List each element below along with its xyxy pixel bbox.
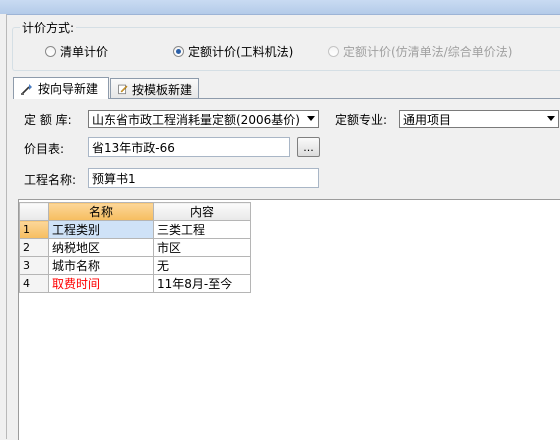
radio-button-icon	[328, 46, 339, 57]
project-info-table: 名称 内容 1 工程类别 三类工程 2 纳税地区 市区 3 城市名称 无 4 取…	[19, 202, 251, 293]
value-cell[interactable]: 11年8月-至今	[153, 274, 251, 293]
tab-label: 按模板新建	[131, 82, 192, 97]
chevron-down-icon[interactable]	[547, 116, 555, 121]
price-table-value: 省13年市政-66	[92, 140, 175, 155]
quota-library-value: 山东省市政工程消耗量定额(2006基价)	[92, 112, 300, 127]
project-name-label: 工程名称:	[24, 173, 77, 187]
row-number: 4	[19, 274, 49, 293]
name-cell[interactable]: 城市名称	[48, 256, 154, 275]
row-number: 1	[19, 220, 49, 239]
pricing-method-label: 计价方式:	[20, 19, 77, 36]
name-cell[interactable]: 取费时间	[48, 274, 154, 293]
radio-button-icon[interactable]	[173, 46, 184, 57]
value-cell[interactable]: 市区	[153, 238, 251, 257]
project-info-grid: 名称 内容 1 工程类别 三类工程 2 纳税地区 市区 3 城市名称 无 4 取…	[18, 199, 560, 440]
price-table-field[interactable]: 省13年市政-66	[88, 137, 290, 157]
radio-label: 定额计价(工料机法)	[188, 45, 294, 59]
radio-label: 定额计价(仿清单法/综合单价法)	[343, 45, 513, 59]
tab-template[interactable]: 按模板新建	[110, 78, 199, 99]
row-number: 2	[19, 238, 49, 257]
value-cell[interactable]: 无	[153, 256, 251, 275]
column-header-content[interactable]: 内容	[153, 202, 251, 221]
column-header-name[interactable]: 名称	[48, 202, 154, 221]
window-title-bar	[0, 0, 560, 15]
template-icon	[118, 84, 128, 95]
price-table-label: 价目表:	[24, 142, 65, 156]
row-number: 3	[19, 256, 49, 275]
radio-button-icon[interactable]	[45, 46, 56, 57]
chevron-down-icon[interactable]	[307, 116, 315, 121]
name-cell[interactable]: 工程类别	[48, 220, 154, 239]
radio-quota-pricing[interactable]: 定额计价(工料机法)	[173, 43, 293, 60]
table-row[interactable]: 1 工程类别 三类工程	[19, 220, 251, 239]
left-pane-edge	[0, 14, 7, 439]
quota-specialty-value: 通用项目	[403, 112, 452, 127]
table-row[interactable]: 2 纳税地区 市区	[19, 238, 251, 257]
project-name-value: 预算书1	[92, 171, 136, 186]
wizard-icon	[21, 83, 32, 95]
quota-library-label: 定 额 库:	[24, 113, 72, 127]
name-cell[interactable]: 纳税地区	[48, 238, 154, 257]
corner-header	[19, 202, 49, 221]
radio-bill-pricing[interactable]: 清单计价	[45, 43, 108, 60]
project-name-field[interactable]: 预算书1	[88, 168, 319, 188]
table-row[interactable]: 3 城市名称 无	[19, 256, 251, 275]
radio-label: 清单计价	[60, 45, 109, 59]
quota-library-select[interactable]: 山东省市政工程消耗量定额(2006基价)	[88, 110, 319, 128]
quota-specialty-select[interactable]: 通用项目	[399, 110, 559, 128]
tab-label: 按向导新建	[38, 82, 99, 96]
table-row[interactable]: 4 取费时间 11年8月-至今	[19, 274, 251, 293]
browse-price-table-button[interactable]: ...	[297, 137, 320, 157]
value-cell[interactable]: 三类工程	[153, 220, 251, 239]
radio-quota-pricing-bill-method: 定额计价(仿清单法/综合单价法)	[328, 43, 512, 60]
quota-specialty-label: 定额专业:	[335, 113, 388, 127]
tab-wizard[interactable]: 按向导新建	[13, 77, 109, 99]
